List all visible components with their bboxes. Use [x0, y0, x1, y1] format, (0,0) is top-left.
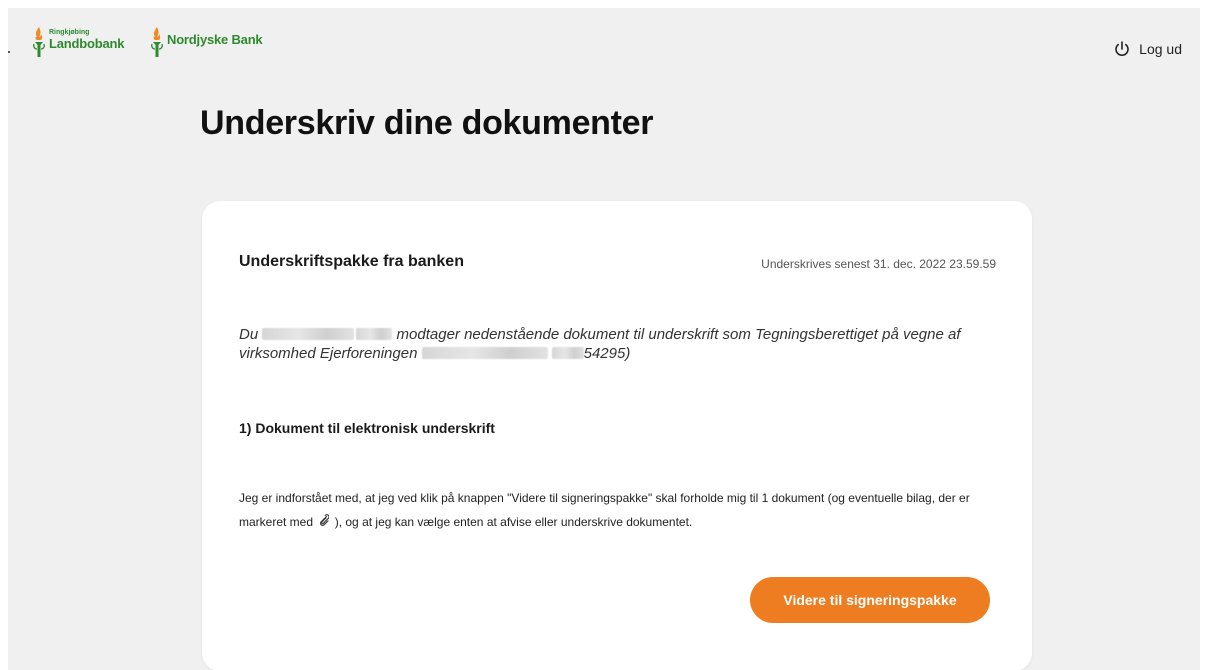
torch-icon: [151, 27, 163, 57]
intro-part-1: Du: [239, 326, 259, 343]
deadline-text: Underskrives senest 31. dec. 2022 23.59.…: [761, 257, 996, 271]
consent-part-2: ), og at jeg kan vælge enten at afvise e…: [334, 515, 693, 529]
continue-to-signing-button[interactable]: Videre til signeringspakke: [750, 577, 990, 623]
intro-part-3: 54295): [583, 345, 631, 362]
card-title: Underskriftspakke fra banken: [239, 253, 464, 270]
redacted-cvr: [551, 347, 584, 359]
logout-button[interactable]: Log ud: [1113, 40, 1182, 58]
redacted-company: [421, 347, 548, 359]
consent-text: Jeg er indforstået med, at jeg ved klik …: [239, 486, 979, 534]
signing-package-card: Underskriftspakke fra banken Underskrive…: [202, 201, 1032, 670]
logo-nordjyske-bank[interactable]: Nordjyske Bank: [150, 26, 263, 60]
logo-brand-text: Nordjyske Bank: [167, 32, 263, 47]
redacted-name-2: [356, 328, 393, 340]
intro-text: Du modtager nedenstående dokument til un…: [239, 325, 999, 363]
logo-brand-text: Landbobank: [49, 36, 125, 51]
torch-icon: [33, 27, 45, 57]
logo-ringkjobing-landbobank[interactable]: Ringkjøbing Landbobank: [32, 26, 124, 60]
redacted-name: [262, 328, 355, 340]
logout-label: Log ud: [1139, 41, 1182, 57]
section-title: 1) Dokument til elektronisk underskrift: [239, 420, 495, 436]
page-title: Underskriv dine dokumenter: [200, 104, 654, 142]
app-window: Ringkjøbing Landbobank Nordjyske Bank Lo…: [8, 8, 1200, 670]
paperclip-icon: [320, 514, 330, 526]
power-icon: [1115, 41, 1129, 56]
edge-dot: [8, 51, 10, 53]
